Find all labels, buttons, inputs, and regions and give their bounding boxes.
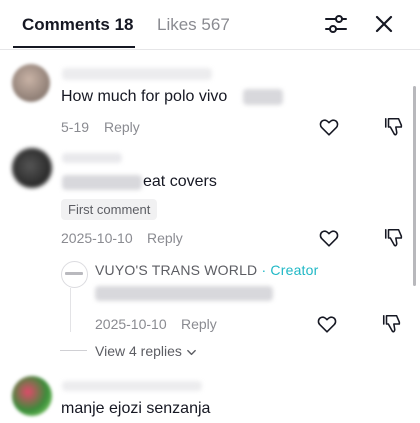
redacted-text [95,286,273,301]
reply-date: 2025-10-10 [95,316,167,332]
comment-date: 5-19 [61,119,90,135]
heart-icon[interactable] [318,116,340,138]
thread-line [70,288,71,332]
username-blurred[interactable] [62,381,202,391]
comment-date: 2025-10-10 [61,230,133,246]
view-replies-button[interactable]: View 4 replies [95,343,197,359]
dislike-icon[interactable] [383,116,405,138]
redacted-text [243,89,283,105]
dislike-icon[interactable] [381,313,403,335]
creator-name[interactable]: VUYO'S TRANS WORLD · Creator [95,262,319,278]
creator-tag: · Creator [257,262,319,278]
username-blurred[interactable] [62,153,122,163]
first-comment-badge: First comment [61,199,158,220]
chevron-down-icon [186,349,196,355]
avatar[interactable] [12,148,52,188]
reply-button[interactable]: Reply [104,119,140,135]
reply-button[interactable]: Reply [147,230,183,246]
creator-logo [65,272,83,275]
comment-text: How much for polo vivo [61,88,228,105]
tab-comments[interactable]: Comments 18 [22,15,133,35]
creator-author: VUYO'S TRANS WORLD [95,262,258,278]
avatar[interactable] [12,376,52,416]
dislike-icon[interactable] [383,227,405,249]
comments-header: Comments 18 Likes 567 [0,0,420,50]
comment-text: eat covers [143,173,217,190]
view-replies-label: View 4 replies [95,343,182,359]
username-blurred[interactable] [62,68,212,80]
active-tab-indicator [13,46,135,48]
tab-likes[interactable]: Likes 567 [157,15,230,35]
redacted-text [62,175,142,190]
close-icon[interactable] [372,12,396,36]
view-replies-line [60,350,87,351]
scrollbar[interactable] [413,86,416,286]
reply-button[interactable]: Reply [181,316,217,332]
filter-sliders-icon[interactable] [324,12,348,36]
comment-text: manje ejozi senzanja [61,400,211,417]
heart-icon[interactable] [318,227,340,249]
heart-icon[interactable] [316,313,338,335]
avatar[interactable] [12,64,50,102]
